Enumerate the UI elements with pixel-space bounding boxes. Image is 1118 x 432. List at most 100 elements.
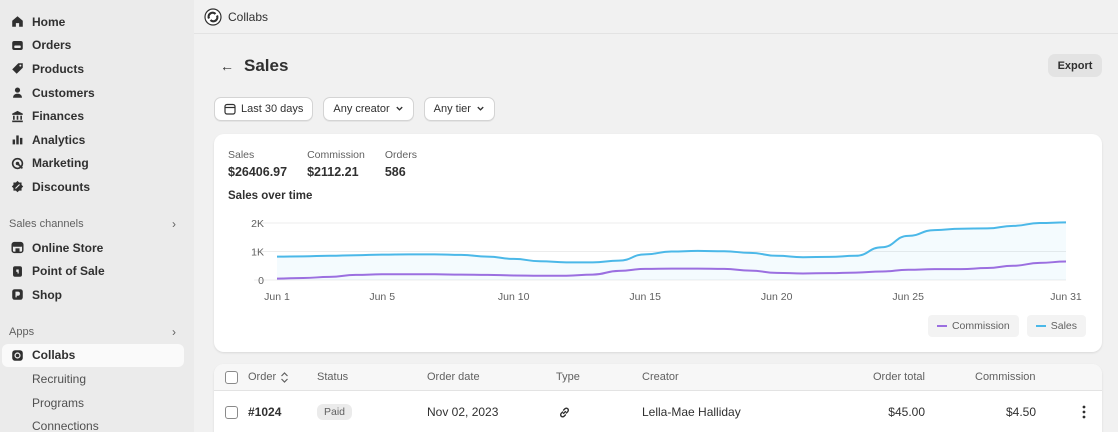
legend-label: Sales xyxy=(1050,320,1077,332)
sidebar-item-label: Analytics xyxy=(32,132,86,147)
page-title: Sales xyxy=(244,56,289,75)
person-icon xyxy=(10,86,24,100)
commission-amount: $4.50 xyxy=(1005,405,1036,419)
bank-icon xyxy=(10,109,24,123)
order-total: $45.00 xyxy=(888,405,925,419)
tier-filter[interactable]: Any tier xyxy=(423,97,495,121)
apps-label: Apps xyxy=(9,325,35,338)
column-header-order-date: Order date xyxy=(427,371,480,383)
x-tick-label: Jun 1 xyxy=(264,291,290,303)
chevron-right-icon: › xyxy=(172,216,176,231)
sidebar-item-products[interactable]: Products xyxy=(0,57,184,81)
sidebar-subitem-programs[interactable]: Programs xyxy=(0,391,194,415)
sidebar-item-label: Customers xyxy=(32,85,95,100)
orders-table: Order Status Order date Type Creator Ord… xyxy=(214,364,1102,432)
sidebar-subitem-connections[interactable]: Connections xyxy=(0,414,194,432)
shop-icon xyxy=(10,288,24,302)
metric-commission: Commission $2112.21 xyxy=(307,149,365,179)
sidebar-item-label: Shop xyxy=(32,287,62,302)
discount-icon xyxy=(10,180,24,194)
page-header: ← Sales xyxy=(220,56,288,76)
sidebar-item-label: Point of Sale xyxy=(32,264,105,279)
store-icon xyxy=(10,241,24,255)
y-tick-label: 0 xyxy=(258,275,264,287)
sidebar-item-marketing[interactable]: Marketing xyxy=(0,152,184,176)
sales-line-chart: 2K 1K 0Jun 1 Jun 5 Jun 10 Jun 15 Jun 20 Jun 25 J… xyxy=(251,218,1082,303)
legend-item-sales[interactable]: Sales xyxy=(1026,315,1086,337)
metric-value: $2112.21 xyxy=(307,165,359,179)
top-bar: Collabs xyxy=(194,0,1118,34)
date-range-label: Last 30 days xyxy=(241,103,304,115)
metric-label: Commission xyxy=(307,149,365,161)
export-button[interactable]: Export xyxy=(1048,54,1102,77)
home-icon xyxy=(10,15,24,29)
metric-orders: Orders 586 xyxy=(385,149,417,179)
main-content: ← Sales Export Last 30 days Any creator … xyxy=(194,34,1118,432)
select-all-cell xyxy=(225,364,238,390)
sales-channels-header[interactable]: Sales channels › xyxy=(0,212,194,236)
sidebar-item-label: Products xyxy=(32,61,85,76)
sidebar-item-shop[interactable]: Shop xyxy=(0,283,184,307)
sidebar-item-label: Home xyxy=(32,14,66,29)
sales-channels-label: Sales channels xyxy=(9,217,84,230)
chevron-right-icon: › xyxy=(172,324,176,339)
table-row[interactable]: #1024 Paid Nov 02, 2023 Lella-Mae Hallid… xyxy=(214,391,1102,432)
select-all-checkbox[interactable] xyxy=(225,370,238,384)
column-header-type: Type xyxy=(556,371,580,383)
column-header-status: Status xyxy=(317,371,349,383)
sidebar-item-customers[interactable]: Customers xyxy=(0,81,184,105)
legend-swatch xyxy=(1035,325,1046,327)
x-tick-label: Jun 31 xyxy=(1050,291,1082,303)
column-header-order[interactable]: Order xyxy=(248,364,289,390)
row-select-cell xyxy=(225,391,238,432)
order-number[interactable]: #1024 xyxy=(248,391,281,432)
apps-header[interactable]: Apps › xyxy=(0,320,194,344)
row-checkbox[interactable] xyxy=(225,405,238,419)
status-badge: Paid xyxy=(317,404,353,420)
sidebar-item-home[interactable]: Home xyxy=(0,10,184,34)
column-header-order-total: Order total xyxy=(873,371,925,383)
sidebar-item-label: Marketing xyxy=(32,156,89,171)
y-tick-label: 1K xyxy=(251,247,264,259)
creator-filter-label: Any creator xyxy=(333,103,390,115)
sidebar-item-analytics[interactable]: Analytics xyxy=(0,128,184,152)
sidebar-item-label: Online Store xyxy=(32,240,104,255)
metric-label: Sales xyxy=(228,149,255,161)
back-arrow-icon[interactable]: ← xyxy=(220,58,234,74)
column-label: Order xyxy=(248,371,277,383)
sidebar-item-label: Collabs xyxy=(32,348,76,363)
orders-icon xyxy=(10,38,24,52)
sales-chart-card: Sales $26406.97 Commission $2112.21 Orde… xyxy=(214,134,1102,352)
sidebar-item-collabs[interactable]: Collabs xyxy=(2,343,184,368)
x-tick-label: Jun 10 xyxy=(498,291,530,303)
bar-chart-icon xyxy=(10,133,24,147)
legend-item-commission[interactable]: Commission xyxy=(927,315,1019,337)
metric-value: $26406.97 xyxy=(228,165,288,179)
metrics-row: Sales $26406.97 Commission $2112.21 Orde… xyxy=(228,149,437,179)
sidebar-item-point-of-sale[interactable]: Point of Sale xyxy=(0,259,184,283)
tier-filter-label: Any tier xyxy=(433,103,471,115)
sidebar-item-label: Finances xyxy=(32,109,85,124)
x-tick-label: Jun 5 xyxy=(369,291,395,303)
column-header-creator: Creator xyxy=(642,371,679,383)
tag-icon xyxy=(10,62,24,76)
sidebar-subitem-recruiting[interactable]: Recruiting xyxy=(0,367,194,391)
legend-swatch xyxy=(936,325,947,327)
more-actions-icon[interactable] xyxy=(1082,391,1086,432)
chart-legend: Commission Sales xyxy=(927,315,1086,337)
collabs-logo-icon xyxy=(204,7,222,26)
sidebar-item-discounts[interactable]: Discounts xyxy=(0,175,184,199)
metric-label: Orders xyxy=(384,149,417,161)
pos-icon xyxy=(10,264,24,278)
sidebar-item-online-store[interactable]: Online Store xyxy=(0,236,184,260)
sort-icon xyxy=(280,371,289,383)
sidebar: Home Orders Products Customers Finances … xyxy=(0,0,194,432)
chevron-down-icon xyxy=(476,104,485,115)
creator-filter[interactable]: Any creator xyxy=(323,97,414,121)
date-range-filter[interactable]: Last 30 days xyxy=(214,97,314,121)
x-tick-label: Jun 15 xyxy=(629,291,661,303)
x-tick-label: Jun 20 xyxy=(761,291,793,303)
sidebar-item-finances[interactable]: Finances xyxy=(0,104,184,128)
sidebar-item-orders[interactable]: Orders xyxy=(0,34,184,58)
order-date: Nov 02, 2023 xyxy=(427,405,499,419)
